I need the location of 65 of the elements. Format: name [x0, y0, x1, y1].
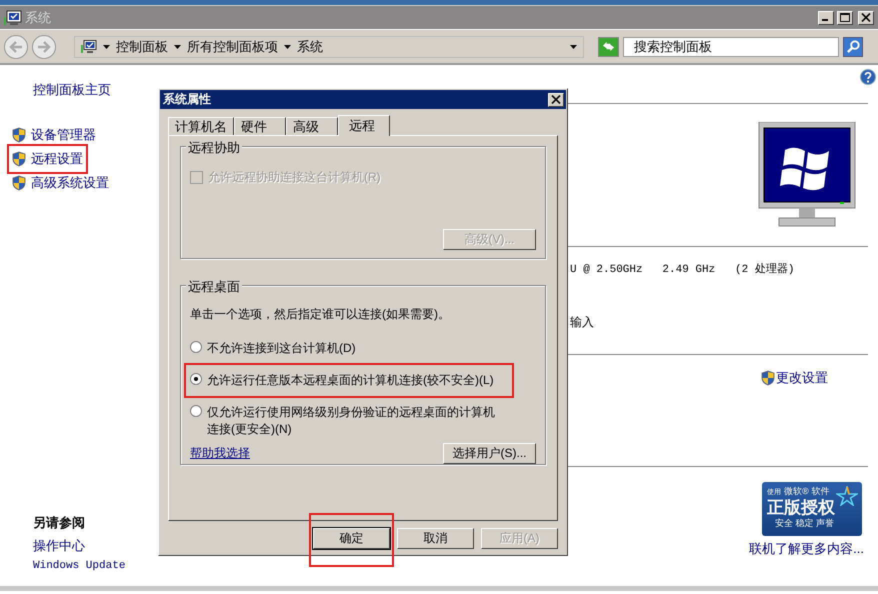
address-field[interactable]: 控制面板 所有控制面板项 系统	[74, 36, 584, 58]
dialog-button[interactable]: 取消	[397, 528, 474, 549]
select-users-button[interactable]: 选择用户(S)...	[443, 443, 536, 464]
dialog-title: 系统属性	[163, 91, 211, 108]
radio-button[interactable]	[190, 405, 202, 417]
close-icon	[551, 95, 561, 104]
learn-more-link[interactable]: 联机了解更多内容...	[749, 540, 864, 558]
maximize-icon	[840, 13, 850, 22]
dialog-button[interactable]: 确定	[313, 528, 390, 549]
dropdown-caret-icon[interactable]	[570, 44, 577, 48]
sidebar-link[interactable]: Windows Update	[33, 560, 150, 572]
shield-icon	[12, 127, 26, 143]
badge-text: 微软®	[784, 485, 809, 498]
caret-icon[interactable]	[284, 44, 291, 48]
change-settings-link[interactable]: 更改设置	[776, 369, 828, 387]
section-title: 另请参阅	[33, 514, 86, 532]
processor-info: U @ 2.50GHz 2.49 GHz (2 处理器)	[570, 262, 794, 276]
radio-option[interactable]: 不允许连接到这台计算机(D)	[188, 335, 358, 362]
caret-icon[interactable]	[103, 44, 110, 48]
help-icon[interactable]	[860, 69, 876, 85]
maximize-button[interactable]	[837, 10, 853, 24]
star-icon	[836, 486, 858, 506]
checkbox-label: 允许远程协助连接这台计算机(R)	[208, 169, 381, 186]
radio-option[interactable]: 允许运行任意版本远程桌面的计算机连接(较不安全)(L)	[186, 365, 512, 396]
close-button[interactable]	[548, 92, 564, 106]
sidebar-link[interactable]: 操作中心	[33, 537, 150, 555]
search-icon	[846, 39, 860, 54]
tab[interactable]: 远程	[338, 115, 390, 136]
tab[interactable]: 高级	[286, 117, 338, 135]
breadcrumb-item[interactable]: 所有控制面板项	[187, 38, 278, 56]
description-text: 单击一个选项，然后指定谁可以连接(如果需要)。	[190, 306, 451, 323]
tab[interactable]: 计算机名	[168, 117, 234, 135]
badge-text: 安全 稳定 声誉	[775, 517, 836, 530]
group-title: 远程协助	[186, 139, 242, 157]
computer-icon	[4, 10, 22, 26]
pen-input-info: 输入	[570, 314, 594, 331]
close-button[interactable]	[858, 10, 874, 24]
window-title: 系统	[25, 8, 51, 26]
sidebar-item[interactable]: 高级系统设置	[10, 171, 111, 195]
shield-icon	[12, 175, 26, 191]
shield-icon	[12, 151, 26, 167]
refresh-button[interactable]	[598, 36, 619, 56]
radio-option[interactable]: 仅允许运行使用网络级别身份验证的远程桌面的计算机连接(更安全)(N)	[188, 399, 499, 443]
shield-icon	[761, 370, 775, 386]
caret-icon[interactable]	[174, 44, 181, 48]
search-button[interactable]	[843, 36, 863, 56]
badge-text: 软件	[812, 485, 830, 498]
sidebar-item[interactable]: 设备管理器	[10, 123, 98, 147]
badge-title: 正版授权	[767, 498, 836, 517]
radio-button[interactable]	[190, 373, 202, 385]
tab[interactable]: 硬件	[234, 117, 286, 135]
sidebar-item[interactable]: 远程设置	[10, 147, 85, 171]
help-link[interactable]: 帮助我选择	[190, 445, 250, 462]
back-arrow-icon	[9, 40, 23, 52]
refresh-arrows-icon	[601, 40, 616, 53]
computer-icon	[81, 40, 97, 54]
forward-arrow-icon	[37, 40, 51, 52]
close-icon	[861, 13, 871, 22]
group-title: 远程桌面	[186, 278, 242, 296]
radio-button[interactable]	[190, 341, 202, 353]
breadcrumb-item[interactable]: 系统	[297, 38, 323, 56]
minimize-button[interactable]	[818, 10, 834, 24]
breadcrumb-item[interactable]: 控制面板	[116, 38, 168, 56]
sidebar-link[interactable]: 控制面板主页	[33, 81, 150, 99]
search-field[interactable]: 搜索控制面板	[623, 36, 839, 56]
